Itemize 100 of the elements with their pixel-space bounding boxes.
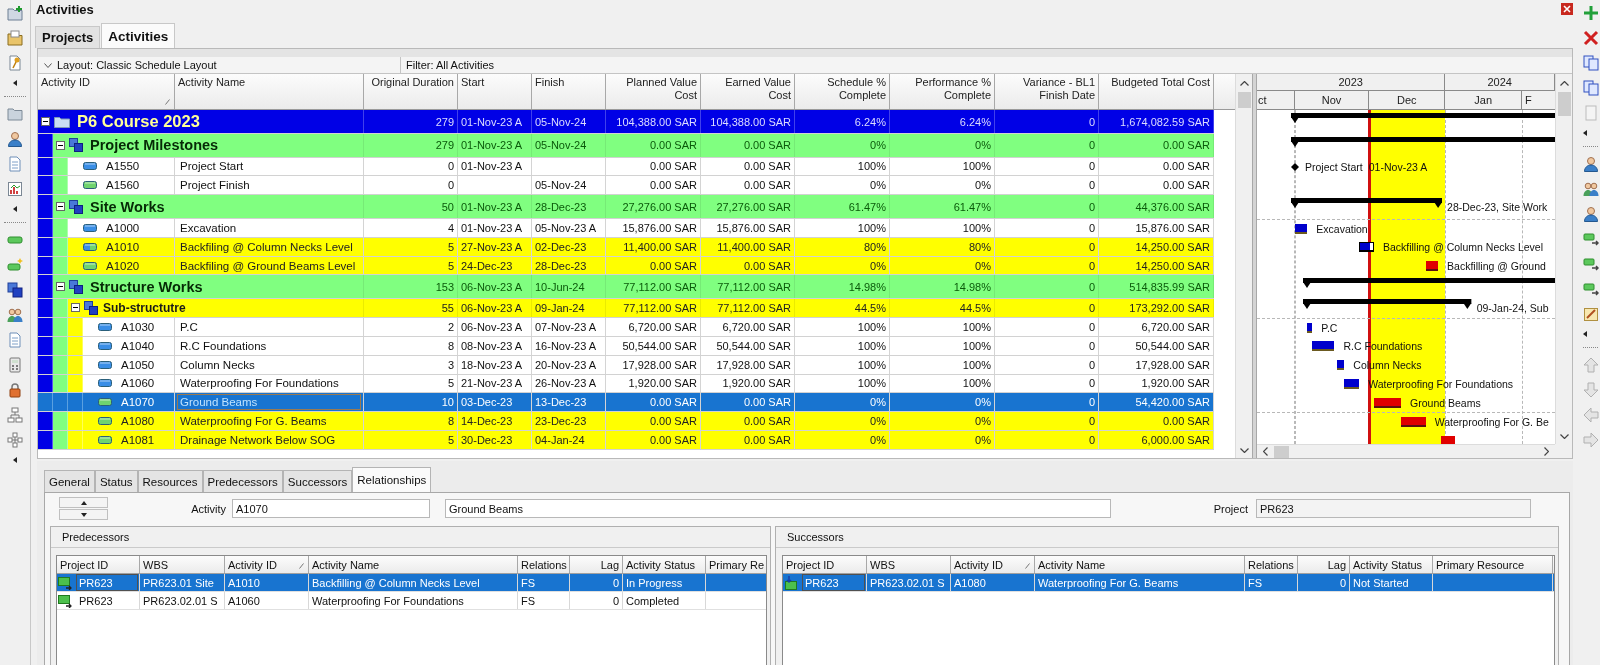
link-arrow-icon[interactable] [1583, 230, 1599, 247]
summary-bar[interactable] [1303, 299, 1472, 310]
document-key-icon[interactable] [7, 54, 23, 71]
relationship-row[interactable]: PR623 PR623.01 Site A1010 Backfilling @ Column Necks Level FS 0 In Progress [57, 574, 766, 592]
column-header[interactable]: WBS [867, 556, 951, 573]
column-header[interactable]: Relations [518, 556, 570, 573]
scroll-down-icon[interactable] [1239, 448, 1249, 453]
person-icon[interactable] [1583, 205, 1599, 222]
padlock-icon[interactable] [7, 381, 23, 398]
column-header[interactable]: Project ID [783, 556, 867, 573]
close-icon[interactable] [1561, 3, 1573, 15]
stacked-squares-icon[interactable] [7, 281, 23, 298]
scrollbar-thumb[interactable] [1237, 92, 1251, 108]
input-field[interactable]: PR623 [1256, 499, 1531, 518]
relationship-row[interactable]: PR623 PR623.02.01 S A1080 Waterproofing For G. Beams FS 0 Not Started [783, 574, 1554, 592]
cross-icon[interactable] [1583, 29, 1599, 46]
vertical-scrollbar[interactable] [1555, 74, 1572, 444]
column-header[interactable]: Start [458, 74, 532, 109]
detail-tab[interactable]: General [44, 470, 95, 492]
scrollbar-thumb[interactable] [1274, 445, 1289, 458]
column-header[interactable]: WBS [140, 556, 225, 573]
people-icon[interactable] [1583, 180, 1599, 197]
task-bar[interactable] [1344, 378, 1360, 389]
summary-bar[interactable] [1303, 278, 1555, 289]
column-header[interactable]: Primary Resource [1433, 556, 1553, 573]
scroll-down-icon[interactable] [1559, 434, 1569, 439]
column-header[interactable]: Lag [1298, 556, 1350, 573]
open-folder-icon[interactable] [7, 29, 23, 46]
column-header[interactable]: Original Duration [364, 74, 458, 109]
filter-label[interactable]: Filter: All Activities [400, 57, 495, 73]
column-header[interactable]: Finish [532, 74, 606, 109]
column-header[interactable]: Project ID [57, 556, 140, 573]
wbs-row[interactable]: Project Milestones 279 01-Nov-23 A 05-Nov-24 0.00 SAR 0.00 SAR 0% 0% 0 0.00 SAR [38, 134, 1214, 158]
column-header[interactable]: Activity ID [951, 556, 1035, 573]
wbs-row[interactable]: Site Works 50 01-Nov-23 A 28-Dec-23 27,276.00 SAR 27,276.00 SAR 61.47% 61.47% 0 44,376.00 SAR [38, 195, 1214, 219]
scroll-up-icon[interactable] [1559, 81, 1569, 86]
activity-row[interactable]: A1560 Project Finish 0 05-Nov-24 0.00 SAR 0.00 SAR 0% 0% 0 0.00 SAR [38, 176, 1214, 196]
tab[interactable]: Projects [35, 26, 101, 48]
column-header[interactable]: Earned Value Cost [701, 74, 795, 109]
vertical-scrollbar[interactable] [1235, 74, 1252, 458]
pages-icon[interactable] [1583, 79, 1599, 96]
task-bar[interactable] [1425, 261, 1439, 271]
next-button[interactable] [59, 509, 108, 520]
horizontal-scrollbar[interactable] [1257, 444, 1555, 458]
collapse-icon[interactable] [56, 202, 65, 212]
column-header[interactable]: Planned Value Cost [606, 74, 701, 109]
collapse-icon[interactable] [56, 282, 65, 292]
triangle-icon[interactable] [13, 457, 17, 463]
input-field[interactable]: Ground Beams [445, 499, 1111, 518]
layout-label[interactable]: Layout: Classic Schedule Layout [57, 59, 217, 71]
task-bar[interactable] [1401, 417, 1426, 428]
column-header[interactable]: Primary Re [706, 556, 766, 573]
summary-bar[interactable] [1291, 113, 1555, 123]
collapse-icon[interactable] [71, 303, 80, 313]
column-header[interactable]: Activity Name [1035, 556, 1245, 573]
scrollbar-thumb[interactable] [1557, 92, 1571, 116]
wbs-row[interactable]: P6 Course 2023 279 01-Nov-23 A 05-Nov-24 104,388.00 SAR 104,388.00 SAR 6.24% 6.24% 0 1,674,082.59 SAR [38, 110, 1214, 134]
task-bar[interactable] [1295, 223, 1308, 234]
column-header[interactable]: Activity Status [1350, 556, 1433, 573]
summary-bar[interactable] [1291, 198, 1443, 209]
caret-down-icon[interactable] [44, 62, 52, 68]
activity-row[interactable]: A1080 Waterproofing For G. Beams 8 14-Dec-23 23-Dec-23 0.00 SAR 0.00 SAR 0% 0% 0 0.00 SAR [38, 412, 1214, 432]
person-icon[interactable] [1583, 155, 1599, 172]
triangle-icon[interactable] [13, 80, 17, 86]
hierarchy-icon[interactable] [7, 406, 23, 423]
linked-boxes-icon[interactable] [7, 431, 23, 448]
previous-button[interactable] [59, 497, 108, 508]
column-header[interactable]: Activity Name [175, 74, 364, 109]
folder-plus-icon[interactable] [7, 4, 23, 21]
detail-tab[interactable]: Predecessors [202, 470, 283, 492]
column-header[interactable]: Activity ID [225, 556, 309, 573]
input-field[interactable]: A1070 [232, 499, 430, 518]
task-bar[interactable] [1312, 341, 1335, 352]
scroll-up-icon[interactable] [1239, 81, 1249, 86]
activity-row[interactable]: A1070 Ground Beams 10 03-Dec-23 13-Dec-23 0.00 SAR 0.00 SAR 0% 0% 0 54,420.00 SAR [38, 393, 1214, 413]
plus-icon[interactable] [1583, 4, 1599, 21]
relationship-row[interactable]: PR623 PR623.02.01 S A1060 Waterproofing For Foundations FS 0 Completed [57, 592, 766, 610]
triangle-icon[interactable] [1583, 130, 1587, 136]
task-bar-sparkle-icon[interactable] [7, 256, 23, 273]
milestone-diamond-icon[interactable] [1291, 162, 1299, 171]
activity-row[interactable]: A1081 Drainage Network Below SOG 5 30-Dec-23 04-Jan-24 0.00 SAR 0.00 SAR 0% 0% 0 6,000.00 SAR [38, 431, 1214, 451]
column-header[interactable]: Activity Status [623, 556, 706, 573]
triangle-icon[interactable] [13, 206, 17, 212]
column-header[interactable]: Relations [1245, 556, 1298, 573]
scroll-right-icon[interactable] [1544, 447, 1549, 456]
column-header[interactable]: Variance - BL1 Finish Date [995, 74, 1099, 109]
collapse-icon[interactable] [41, 117, 50, 126]
tab[interactable]: Activities [101, 23, 176, 48]
pencil-square-icon[interactable] [1583, 305, 1599, 322]
summary-bar[interactable] [1291, 136, 1555, 147]
person-icon[interactable] [7, 130, 23, 147]
collapse-icon[interactable] [56, 140, 65, 150]
scroll-left-icon[interactable] [1263, 447, 1268, 456]
column-header[interactable]: Lag [570, 556, 623, 573]
wbs-row[interactable]: Structure Works 153 06-Nov-23 A 10-Jun-24 77,112.00 SAR 77,112.00 SAR 14.98% 14.98% 0 514,835.99 SAR [38, 275, 1214, 299]
detail-tab[interactable]: Resources [137, 470, 203, 492]
task-bar[interactable] [1336, 360, 1345, 371]
chart-icon[interactable] [7, 180, 23, 197]
column-header[interactable]: Activity ID [38, 74, 175, 109]
column-header[interactable]: Performance % Complete [890, 74, 995, 109]
